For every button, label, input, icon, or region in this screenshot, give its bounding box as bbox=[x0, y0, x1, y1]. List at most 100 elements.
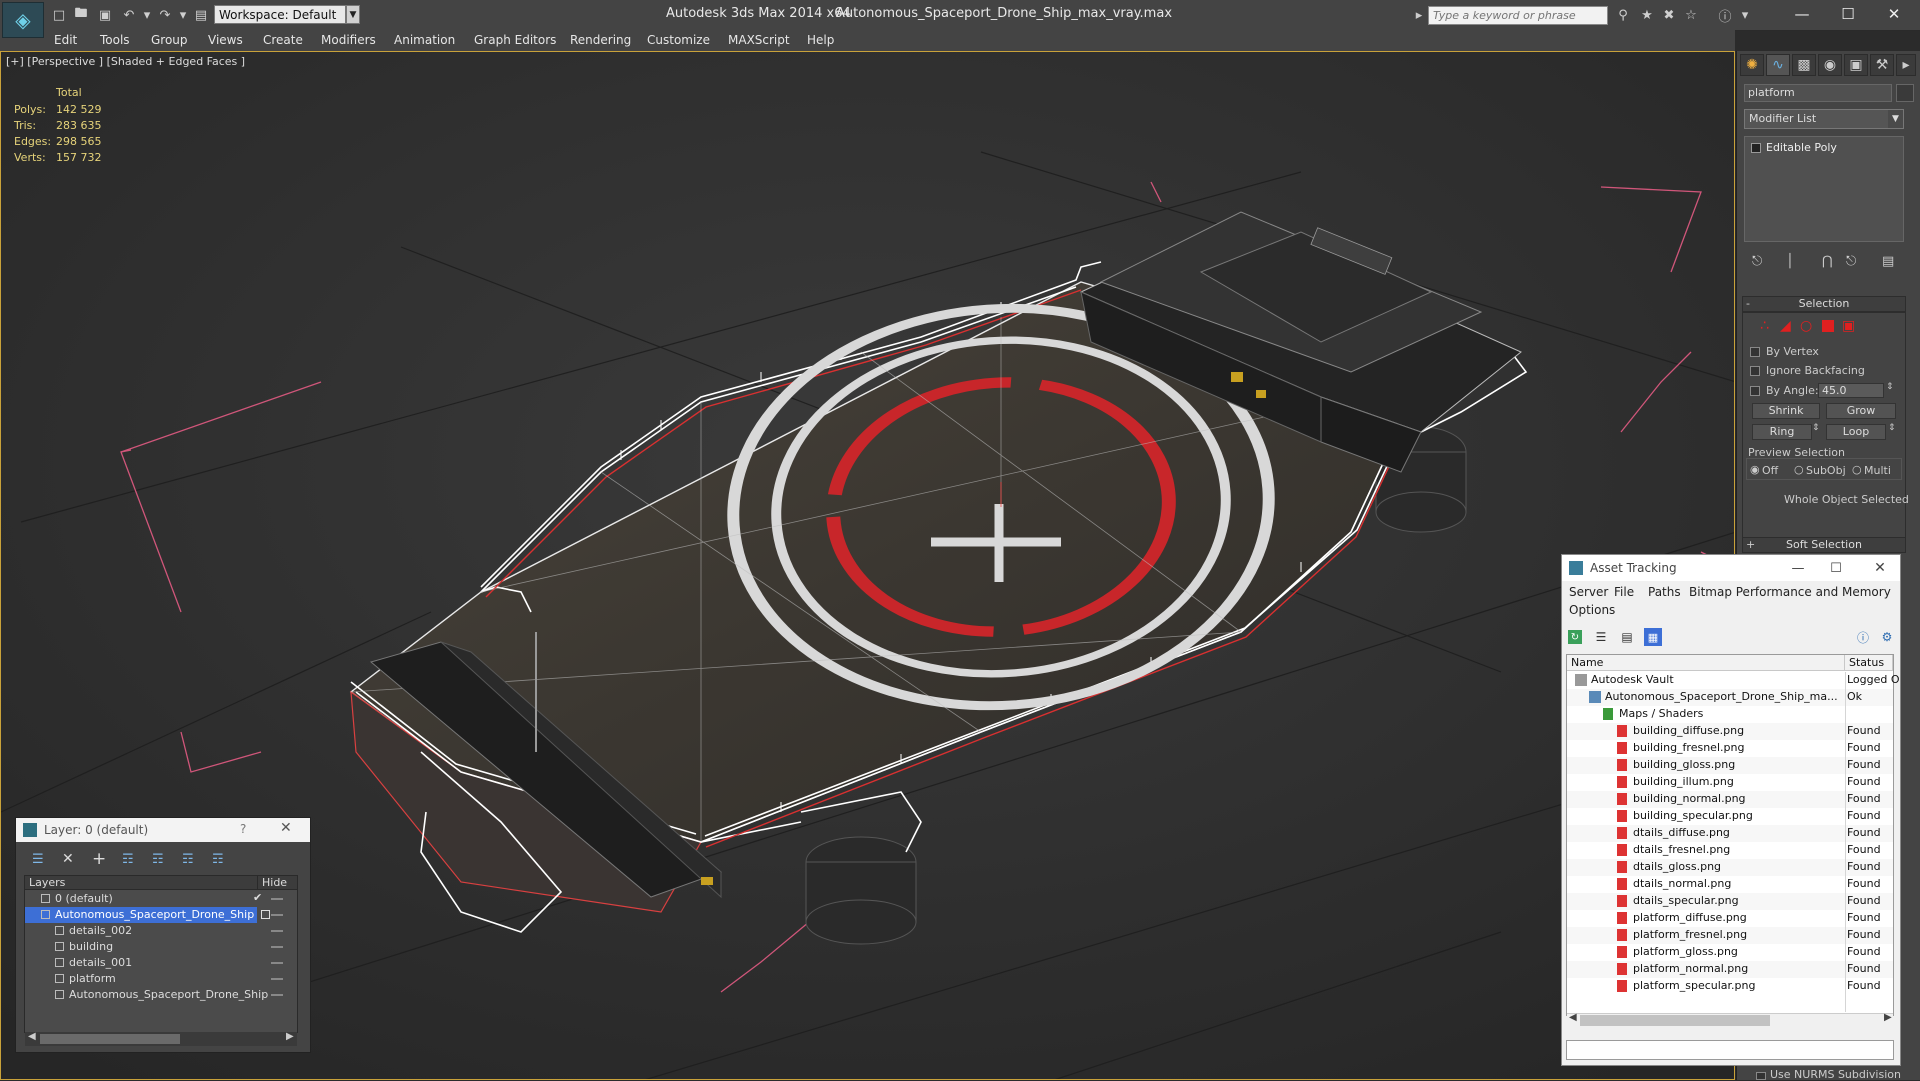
radio-subobj-icon[interactable]: ○ bbox=[1794, 463, 1804, 476]
menu-rendering[interactable]: Rendering bbox=[570, 33, 631, 47]
redo-dropdown-icon[interactable]: ▾ bbox=[174, 6, 192, 24]
close-icon[interactable]: ✕ bbox=[1874, 2, 1914, 26]
menu-group[interactable]: Group bbox=[151, 33, 188, 47]
selection-rollout-header[interactable]: Selection bbox=[1742, 296, 1906, 312]
column-separator[interactable] bbox=[1845, 672, 1846, 1012]
highlight-layer-icon[interactable]: ☶ bbox=[152, 852, 164, 867]
help-button[interactable]: ? bbox=[240, 822, 246, 836]
soft-selection-rollout-header[interactable]: Soft Selection bbox=[1742, 537, 1906, 553]
asset-path-field[interactable] bbox=[1566, 1040, 1894, 1060]
new-layer-icon[interactable]: ☰ bbox=[32, 852, 44, 867]
binoculars-icon[interactable]: ⚲ bbox=[1614, 6, 1632, 24]
menu-create[interactable]: Create bbox=[263, 33, 303, 47]
undo-icon[interactable]: ↶ bbox=[120, 6, 138, 24]
hide-toggle[interactable] bbox=[271, 914, 283, 916]
chevron-down-icon[interactable]: ▼ bbox=[346, 5, 360, 24]
scroll-right-icon[interactable]: ▶ bbox=[286, 1031, 294, 1042]
save-icon[interactable]: ▣ bbox=[96, 6, 114, 24]
column-header-layers[interactable]: Layers bbox=[25, 876, 257, 890]
scroll-left-icon[interactable]: ◀ bbox=[28, 1031, 36, 1042]
menu-help[interactable]: Help bbox=[807, 33, 834, 47]
refresh-icon[interactable]: ↻ bbox=[1568, 630, 1582, 644]
asset-menu-server[interactable]: Server bbox=[1569, 585, 1608, 599]
new-file-icon[interactable]: □ bbox=[50, 6, 68, 24]
spinner-arrows-icon[interactable]: ⇕ bbox=[1886, 382, 1894, 392]
ignore-backfacing-checkbox[interactable] bbox=[1750, 366, 1760, 376]
help-icon[interactable]: ⓘ bbox=[1856, 630, 1870, 645]
remove-modifier-icon[interactable]: ⎋ bbox=[1846, 254, 1856, 269]
configure-sets-icon[interactable]: ▤ bbox=[1882, 254, 1894, 269]
edge-mode-icon[interactable]: ◢ bbox=[1780, 318, 1791, 334]
modifier-list-dropdown[interactable]: Modifier List bbox=[1744, 109, 1904, 129]
hide-toggle[interactable] bbox=[271, 898, 283, 900]
radio-multi-icon[interactable]: ○ bbox=[1852, 463, 1862, 476]
shrink-button[interactable]: Shrink bbox=[1752, 403, 1820, 419]
layer-row[interactable]: details_002 bbox=[25, 923, 297, 939]
scrollbar-thumb[interactable] bbox=[1580, 1015, 1770, 1026]
border-mode-icon[interactable]: ○ bbox=[1800, 318, 1812, 334]
angle-spinner[interactable]: 45.0 bbox=[1818, 383, 1884, 398]
help-icon[interactable]: ⓘ bbox=[1716, 6, 1734, 25]
hierarchy-tab-icon[interactable]: ▩ bbox=[1792, 54, 1816, 76]
rollout-expand-icon[interactable]: + bbox=[1746, 538, 1755, 551]
menu-modifiers[interactable]: Modifiers bbox=[321, 33, 376, 47]
nurms-checkbox[interactable] bbox=[1756, 1072, 1766, 1080]
table-view-icon[interactable]: ▦ bbox=[1644, 628, 1662, 646]
asset-menu-bitmap-performance[interactable]: Bitmap Performance and Memory bbox=[1689, 585, 1891, 599]
layer-row[interactable]: 0 (default) ✔ bbox=[25, 891, 297, 907]
viewport-label[interactable]: [+] [Perspective ] [Shaded + Edged Faces… bbox=[6, 55, 245, 68]
menu-edit[interactable]: Edit bbox=[54, 33, 77, 47]
show-end-result-icon[interactable]: │ bbox=[1786, 254, 1794, 269]
close-icon[interactable]: ✕ bbox=[280, 820, 292, 836]
select-objects-icon[interactable]: ☶ bbox=[122, 852, 134, 867]
vertex-mode-icon[interactable]: ∴ bbox=[1760, 318, 1769, 334]
column-header-name[interactable]: Name bbox=[1567, 655, 1845, 671]
loop-button[interactable]: Loop bbox=[1826, 424, 1886, 440]
hide-toggle[interactable] bbox=[271, 978, 283, 980]
element-mode-icon[interactable]: ▣ bbox=[1842, 318, 1855, 334]
polygon-mode-icon[interactable] bbox=[1822, 320, 1834, 332]
column-header-status[interactable]: Status bbox=[1845, 655, 1893, 671]
layer-row[interactable]: building bbox=[25, 939, 297, 955]
rollout-collapse-icon[interactable]: - bbox=[1746, 297, 1750, 310]
display-tab-icon[interactable]: ▣ bbox=[1844, 54, 1868, 76]
ring-button[interactable]: Ring bbox=[1752, 424, 1812, 440]
help-dropdown-icon[interactable]: ▾ bbox=[1736, 6, 1754, 24]
communication-center-icon[interactable]: ★ bbox=[1638, 6, 1656, 24]
ring-spinner-icon[interactable]: ⇕ bbox=[1812, 423, 1820, 433]
delete-layer-icon[interactable]: ✕ bbox=[62, 851, 74, 867]
hide-all-icon[interactable]: ☶ bbox=[182, 852, 194, 867]
asset-menu-options[interactable]: Options bbox=[1569, 603, 1615, 617]
radio-off-icon[interactable]: ◉ bbox=[1750, 463, 1760, 476]
modify-tab-icon[interactable]: ∿ bbox=[1766, 54, 1790, 76]
layer-row[interactable]: Autonomous_Spaceport_Drone_Ship bbox=[25, 987, 297, 1003]
exchange-icon[interactable]: ✖ bbox=[1660, 6, 1678, 24]
maximize-icon[interactable]: ☐ bbox=[1818, 556, 1854, 580]
hide-toggle[interactable] bbox=[271, 962, 283, 964]
menu-tools[interactable]: Tools bbox=[100, 33, 130, 47]
chevron-down-icon[interactable]: ▼ bbox=[1888, 110, 1903, 128]
list-view-icon[interactable]: ☰ bbox=[1594, 630, 1608, 644]
make-unique-icon[interactable]: ⋂ bbox=[1822, 254, 1833, 269]
scroll-left-icon[interactable]: ◀ bbox=[1569, 1012, 1577, 1023]
add-to-layer-icon[interactable]: + bbox=[92, 849, 106, 869]
layer-row[interactable]: platform bbox=[25, 971, 297, 987]
asset-menu-paths[interactable]: Paths bbox=[1648, 585, 1681, 599]
undo-dropdown-icon[interactable]: ▾ bbox=[138, 6, 156, 24]
panel-scroll-icon[interactable]: ▸ bbox=[1896, 54, 1916, 76]
minimize-icon[interactable]: — bbox=[1782, 2, 1822, 26]
grow-button[interactable]: Grow bbox=[1826, 403, 1896, 419]
search-expand-icon[interactable]: ▸ bbox=[1410, 6, 1428, 24]
detail-view-icon[interactable]: ▤ bbox=[1620, 630, 1634, 644]
open-file-icon[interactable]: 🖿 bbox=[72, 6, 90, 24]
object-name-field[interactable]: platform bbox=[1744, 84, 1892, 102]
loop-spinner-icon[interactable]: ⇕ bbox=[1888, 423, 1896, 433]
menu-graph-editors[interactable]: Graph Editors bbox=[474, 33, 556, 47]
menu-views[interactable]: Views bbox=[208, 33, 243, 47]
menu-customize[interactable]: Customize bbox=[647, 33, 710, 47]
search-input[interactable] bbox=[1428, 6, 1608, 25]
create-tab-icon[interactable]: ✺ bbox=[1740, 54, 1764, 76]
close-icon[interactable]: ✕ bbox=[1862, 556, 1898, 580]
scrollbar-thumb[interactable] bbox=[40, 1034, 180, 1044]
current-layer-check-icon[interactable]: ✔ bbox=[253, 891, 262, 904]
